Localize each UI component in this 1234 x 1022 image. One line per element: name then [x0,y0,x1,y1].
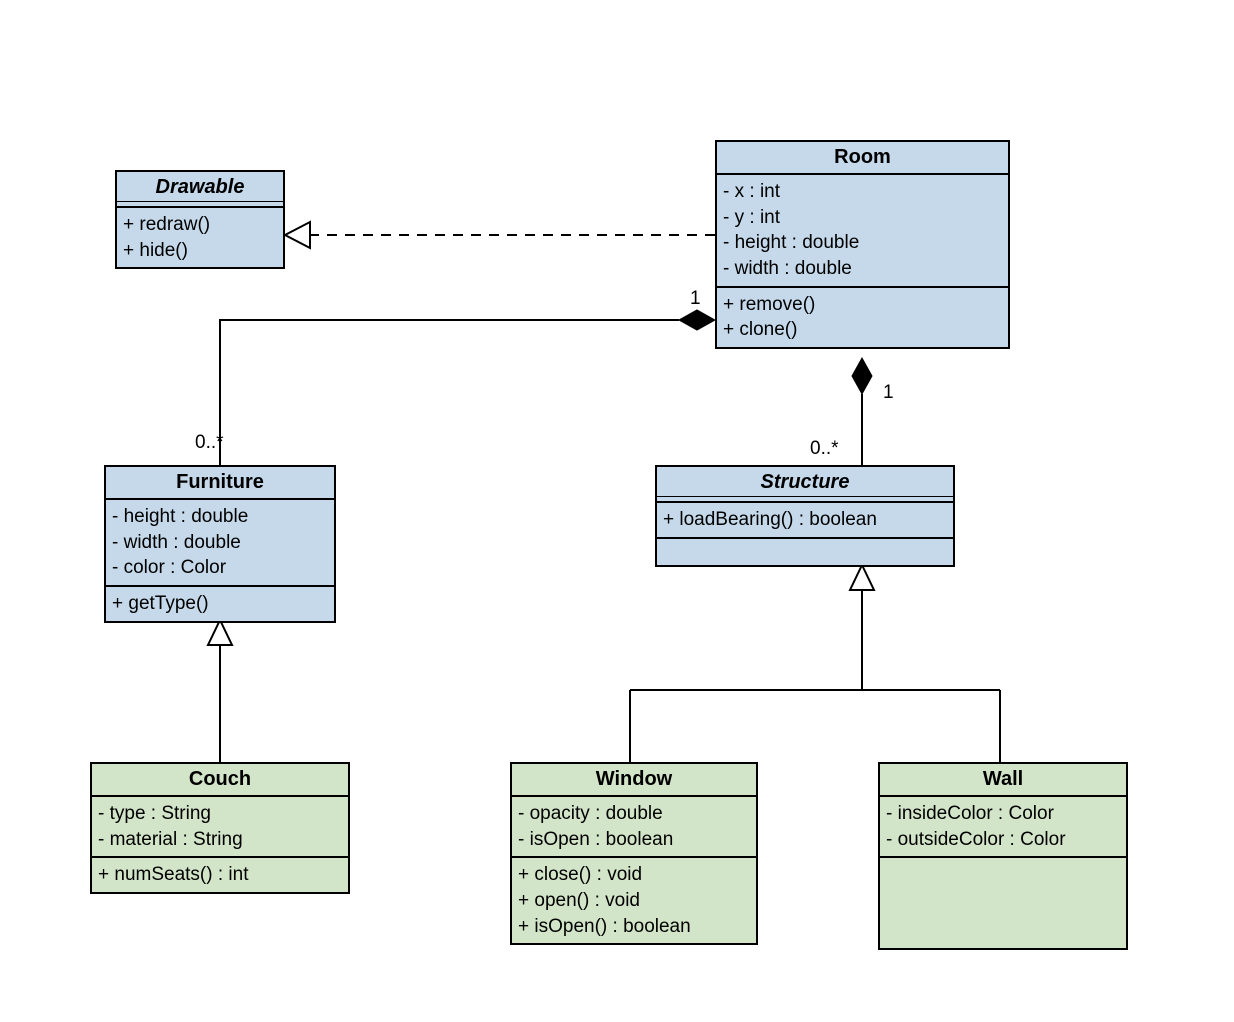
class-furniture: Furniture - height : double - width : do… [104,465,336,623]
class-name: Structure [761,471,850,493]
class-furniture-attrs: - height : double - width : double - col… [106,500,334,587]
method: + remove() [723,292,1002,318]
method: + isOpen() : boolean [518,914,750,940]
method: + clone() [723,317,1002,343]
method: + open() : void [518,888,750,914]
class-room-title: Room [717,142,1008,175]
empty-section [880,858,1126,946]
multiplicity-label: 0..* [195,432,224,454]
class-name: Drawable [156,176,245,198]
class-wall-title: Wall [880,764,1126,797]
attr: - material : String [98,827,342,853]
class-couch-title: Couch [92,764,348,797]
multiplicity-label: 0..* [810,438,839,460]
method: + loadBearing() : boolean [663,507,947,533]
class-room-attrs: - x : int - y : int - height : double - … [717,175,1008,288]
attr: - width : double [723,256,1002,282]
class-structure-methods: + loadBearing() : boolean [657,503,953,539]
class-room: Room - x : int - y : int - height : doub… [715,140,1010,349]
class-name: Window [596,768,672,790]
class-structure: Structure + loadBearing() : boolean [655,465,955,567]
attr: - y : int [723,205,1002,231]
attr: - color : Color [112,555,328,581]
class-furniture-title: Furniture [106,467,334,500]
multiplicity-label: 1 [690,288,701,310]
class-wall-attrs: - insideColor : Color - outsideColor : C… [880,797,1126,858]
attr: - type : String [98,801,342,827]
class-window: Window - opacity : double - isOpen : boo… [510,762,758,945]
multiplicity-label: 1 [883,382,894,404]
attr: - width : double [112,530,328,556]
class-window-attrs: - opacity : double - isOpen : boolean [512,797,756,858]
class-couch-methods: + numSeats() : int [92,858,348,892]
attr: - outsideColor : Color [886,827,1120,853]
empty-section [657,539,953,565]
class-drawable: Drawable + redraw() + hide() [115,170,285,269]
method: + numSeats() : int [98,862,342,888]
class-drawable-title: Drawable [117,172,283,208]
class-wall: Wall - insideColor : Color - outsideColo… [878,762,1128,950]
attr: - isOpen : boolean [518,827,750,853]
class-room-methods: + remove() + clone() [717,288,1008,347]
class-window-methods: + close() : void + open() : void + isOpe… [512,858,756,943]
class-name: Furniture [176,471,264,493]
attr: - insideColor : Color [886,801,1120,827]
class-window-title: Window [512,764,756,797]
class-name: Room [834,146,891,168]
method: + redraw() [123,212,277,238]
class-couch-attrs: - type : String - material : String [92,797,348,858]
attr: - height : double [112,504,328,530]
class-couch: Couch - type : String - material : Strin… [90,762,350,894]
method: + hide() [123,238,277,264]
class-name: Wall [983,768,1023,790]
method: + close() : void [518,862,750,888]
attr: - x : int [723,179,1002,205]
attr: - height : double [723,230,1002,256]
attr: - opacity : double [518,801,750,827]
uml-diagram: Drawable + redraw() + hide() Room - x : … [0,0,1234,1022]
class-structure-title: Structure [657,467,953,503]
method: + getType() [112,591,328,617]
class-name: Couch [189,768,251,790]
class-drawable-methods: + redraw() + hide() [117,208,283,267]
class-furniture-methods: + getType() [106,587,334,621]
